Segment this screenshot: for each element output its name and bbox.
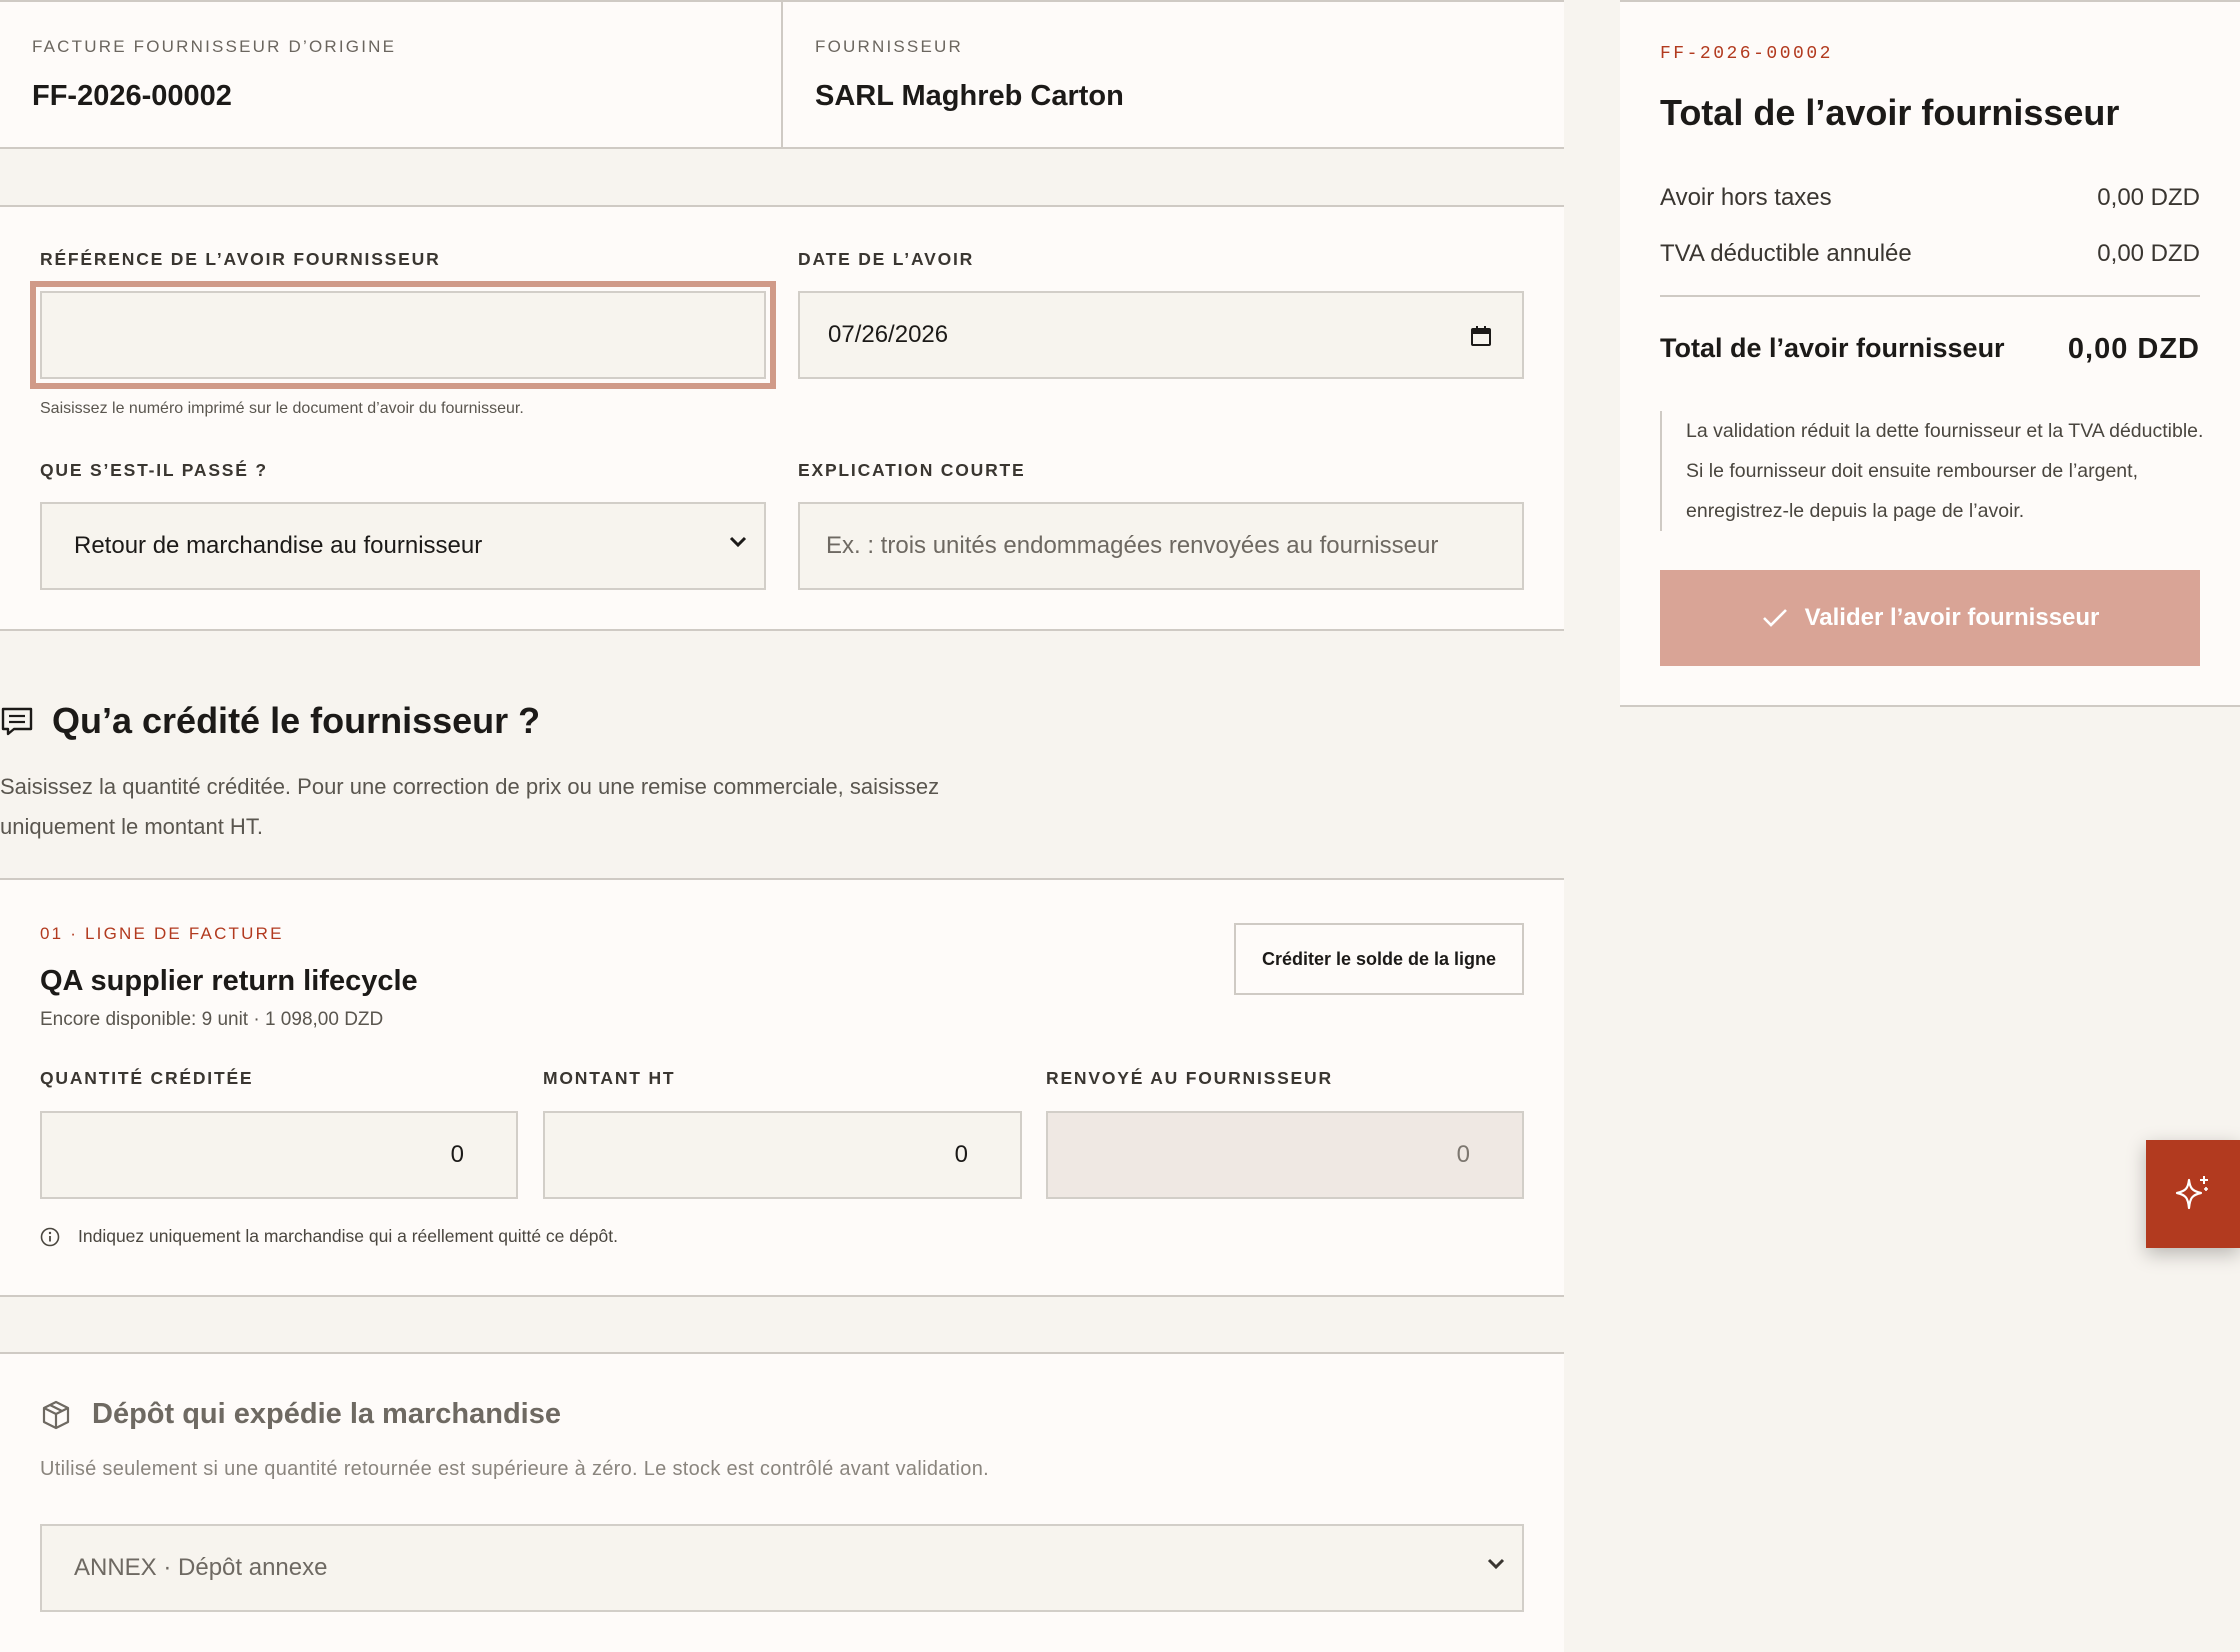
supplier-value: SARL Maghreb Carton (815, 80, 1124, 112)
amount-input[interactable]: 0 (543, 1111, 1022, 1199)
origin-card: FACTURE FOURNISSEUR D’ORIGINE FF-2026-00… (0, 0, 1564, 149)
line-info-text: Indiquez uniquement la marchandise qui a… (78, 1226, 618, 1246)
reference-hint: Saisissez le numéro imprimé sur le docum… (40, 400, 524, 417)
invoice-line-card: 01 · LIGNE DE FACTURE QA supplier return… (0, 878, 1564, 1297)
origin-invoice-cell: FACTURE FOURNISSEUR D’ORIGINE FF-2026-00… (0, 2, 783, 147)
summary-ht-value: 0,00 DZD (2097, 184, 2200, 211)
line-info: Indiquez uniquement la marchandise qui a… (40, 1226, 618, 1247)
sparkle-icon (2175, 1176, 2208, 1210)
assistant-button[interactable] (2146, 1140, 2240, 1248)
summary-divider (1660, 295, 2200, 297)
receipt-icon (1, 707, 33, 736)
depot-card: Dépôt qui expédie la marchandise Utilisé… (0, 1352, 1564, 1652)
main-column: FACTURE FOURNISSEUR D’ORIGINE FF-2026-00… (0, 0, 1564, 1652)
chevron-down-icon (1487, 1558, 1505, 1570)
returned-input: 0 (1046, 1111, 1524, 1199)
credit-line-balance-button[interactable]: Créditer le solde de la ligne (1234, 923, 1524, 995)
line-title: QA supplier return lifecycle (40, 965, 418, 997)
reference-input[interactable] (30, 281, 776, 389)
validate-button-label: Valider l’avoir fournisseur (1804, 604, 2100, 631)
info-icon (40, 1227, 60, 1246)
credited-section-description: Saisissez la quantité créditée. Pour une… (0, 774, 940, 839)
explanation-input[interactable]: Ex. : trois unités endommagées renvoyées… (798, 502, 1524, 590)
supplier-label: FOURNISSEUR (815, 37, 963, 56)
credit-note-form-card: RÉFÉRENCE DE L’AVOIR FOURNISSEUR Saisiss… (0, 205, 1564, 631)
depot-select[interactable]: ANNEX · Dépôt annexe (40, 1524, 1524, 1612)
date-label: DATE DE L’AVOIR (798, 249, 975, 269)
amount-label: MONTANT HT (543, 1068, 676, 1088)
qty-label: QUANTITÉ CRÉDITÉE (40, 1068, 254, 1088)
summary-note: La validation réduit la dette fournisseu… (1660, 411, 2220, 531)
summary-ht-label: Avoir hors taxes (1660, 184, 1832, 211)
summary-panel: FF-2026-00002 Total de l’avoir fournisse… (1620, 0, 2240, 707)
summary-ht-row: Avoir hors taxes 0,00 DZD (1660, 184, 2200, 212)
explanation-placeholder: Ex. : trois unités endommagées renvoyées… (826, 532, 1439, 559)
date-value: 07/26/2026 (828, 321, 949, 348)
check-icon (1762, 609, 1787, 627)
chevron-down-icon (729, 536, 747, 548)
credited-section-header: Qu’a crédité le fournisseur ? Saisissez … (0, 700, 1100, 839)
summary-tva-row: TVA déductible annulée 0,00 DZD (1660, 240, 2200, 268)
calendar-icon[interactable] (1470, 325, 1492, 347)
summary-tva-value: 0,00 DZD (2097, 240, 2200, 267)
reference-label: RÉFÉRENCE DE L’AVOIR FOURNISSEUR (40, 249, 441, 269)
origin-invoice-value: FF-2026-00002 (32, 80, 232, 112)
validate-credit-note-button[interactable]: Valider l’avoir fournisseur (1660, 570, 2200, 666)
reason-value: Retour de marchandise au fournisseur (74, 532, 483, 559)
date-input[interactable]: 07/26/2026 (798, 291, 1524, 379)
depot-selected: ANNEX · Dépôt annexe (74, 1554, 328, 1581)
reason-select[interactable]: Retour de marchandise au fournisseur (40, 502, 766, 590)
qty-input[interactable]: 0 (40, 1111, 518, 1199)
explanation-label: EXPLICATION COURTE (798, 460, 1026, 480)
supplier-credit-note-page: FACTURE FOURNISSEUR D’ORIGINE FF-2026-00… (0, 0, 2240, 1652)
summary-total-row: Total de l’avoir fournisseur 0,00 DZD (1660, 333, 2200, 366)
line-available: Encore disponible: 9 unit · 1 098,00 DZD (40, 1009, 384, 1030)
summary-title: Total de l’avoir fournisseur (1660, 92, 2120, 133)
summary-total-value: 0,00 DZD (2067, 333, 2200, 365)
depot-title: Dépôt qui expédie la marchandise (92, 1398, 561, 1430)
depot-description: Utilisé seulement si une quantité retour… (40, 1458, 989, 1480)
summary-tva-label: TVA déductible annulée (1660, 240, 1912, 267)
credited-section-title: Qu’a crédité le fournisseur ? (52, 700, 541, 741)
origin-invoice-label: FACTURE FOURNISSEUR D’ORIGINE (32, 37, 397, 56)
box-icon (42, 1400, 70, 1429)
reason-label: QUE S’EST-IL PASSÉ ? (40, 460, 268, 480)
summary-total-label: Total de l’avoir fournisseur (1660, 333, 2005, 363)
supplier-cell: FOURNISSEUR SARL Maghreb Carton (783, 2, 1564, 147)
summary-ref: FF-2026-00002 (1660, 44, 1833, 64)
returned-label: RENVOYÉ AU FOURNISSEUR (1046, 1068, 1333, 1088)
depot-header: Dépôt qui expédie la marchandise (40, 1398, 561, 1431)
line-eyebrow: 01 · LIGNE DE FACTURE (40, 924, 284, 943)
